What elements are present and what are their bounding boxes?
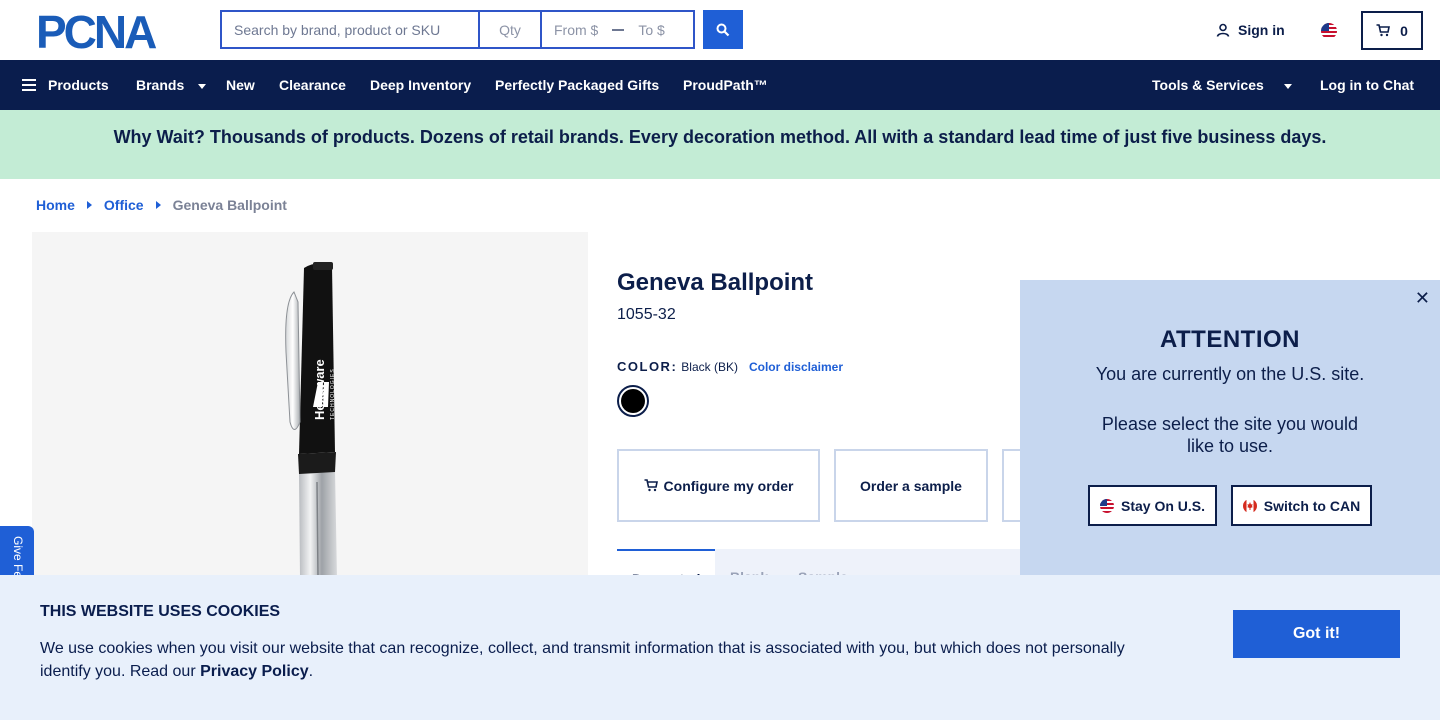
menu-icon bbox=[22, 79, 36, 91]
stay-us-button[interactable]: Stay On U.S. bbox=[1088, 485, 1217, 526]
breadcrumb-office[interactable]: Office bbox=[104, 197, 144, 213]
nav-new-label: New bbox=[226, 77, 255, 93]
product-title: Geneva Ballpoint bbox=[617, 269, 814, 296]
sign-in-label: Sign in bbox=[1238, 22, 1285, 38]
price-range-input[interactable]: From $ To $ bbox=[540, 10, 695, 49]
cookie-period: . bbox=[308, 663, 314, 680]
nav-proudpath[interactable]: ProudPath™ bbox=[683, 60, 768, 110]
sign-in-link[interactable]: Sign in bbox=[1216, 22, 1285, 38]
color-label: COLOR: bbox=[617, 359, 678, 374]
cookie-text: We use cookies when you visit our websit… bbox=[40, 637, 1160, 683]
logo-text: PCNA bbox=[36, 10, 156, 52]
configure-order-button[interactable]: Configure my order bbox=[617, 449, 820, 522]
switch-can-button[interactable]: Switch to CAN bbox=[1231, 485, 1372, 526]
privacy-policy-link[interactable]: Privacy Policy bbox=[200, 663, 309, 680]
nav-products-label: Products bbox=[48, 77, 109, 93]
product-sku: 1055-32 bbox=[617, 306, 676, 323]
price-from-placeholder: From $ bbox=[554, 21, 599, 38]
cart-count: 0 bbox=[1400, 22, 1408, 39]
attention-message: You are currently on the U.S. site. bbox=[1095, 364, 1365, 384]
nav-deep-inventory[interactable]: Deep Inventory bbox=[370, 60, 471, 110]
cart-icon bbox=[1376, 24, 1391, 37]
cart-button[interactable]: 0 bbox=[1361, 11, 1423, 50]
nav-new[interactable]: New bbox=[226, 60, 255, 110]
nav-chat[interactable]: Log in to Chat bbox=[1320, 60, 1414, 110]
imprint-subtext: TECHNOLOGIES bbox=[330, 368, 336, 420]
promo-banner: Why Wait? Thousands of products. Dozens … bbox=[0, 110, 1440, 179]
price-to-placeholder: To $ bbox=[638, 21, 665, 38]
nav-chat-label: Log in to Chat bbox=[1320, 77, 1415, 93]
nav-gifts-label: Perfectly Packaged Gifts bbox=[495, 77, 660, 93]
attention-instruction: Please select the site you would like to… bbox=[1101, 414, 1359, 456]
chevron-down-icon bbox=[198, 83, 207, 89]
search-bar: Search by brand, product or SKU Qty From… bbox=[220, 10, 695, 49]
main-nav: Products Brands New Clearance Deep Inven… bbox=[0, 60, 1440, 110]
search-button[interactable] bbox=[703, 10, 743, 49]
got-it-button[interactable]: Got it! bbox=[1233, 610, 1400, 658]
breadcrumb-current: Geneva Ballpoint bbox=[172, 197, 287, 213]
nav-deep-inventory-label: Deep Inventory bbox=[370, 77, 472, 93]
feedback-label: Give Feedback bbox=[11, 536, 25, 576]
cookie-banner: THIS WEBSITE USES COOKIES We use cookies… bbox=[0, 575, 1440, 720]
color-disclaimer-link[interactable]: Color disclaimer bbox=[749, 360, 843, 374]
nav-proudpath-label: ProudPath™ bbox=[683, 77, 768, 93]
chevron-right-icon bbox=[155, 201, 161, 209]
swatch-fill bbox=[621, 389, 645, 413]
chevron-right-icon bbox=[86, 201, 92, 209]
close-icon[interactable]: ✕ bbox=[1415, 288, 1430, 309]
nav-gifts[interactable]: Perfectly Packaged Gifts bbox=[495, 60, 659, 110]
cart-icon bbox=[644, 479, 658, 492]
us-flag-icon bbox=[1099, 498, 1114, 513]
nav-clearance-label: Clearance bbox=[279, 77, 346, 93]
site-selection-popup: ✕ ATTENTION You are currently on the U.S… bbox=[1020, 280, 1440, 576]
attention-title: ATTENTION bbox=[1159, 326, 1301, 353]
chevron-down-icon bbox=[1283, 83, 1292, 89]
product-image: Hexaware TECHNOLOGIES bbox=[285, 262, 337, 577]
switch-can-label: Switch to CAN bbox=[1263, 497, 1361, 514]
product-image-panel[interactable]: Hexaware TECHNOLOGIES bbox=[32, 232, 588, 577]
stay-us-label: Stay On U.S. bbox=[1120, 497, 1206, 514]
nav-products[interactable]: Products bbox=[22, 60, 109, 110]
search-input[interactable]: Search by brand, product or SKU bbox=[220, 10, 478, 49]
top-header: PCNA Search by brand, product or SKU Qty… bbox=[0, 0, 1440, 60]
feedback-tab[interactable]: Give Feedback bbox=[0, 526, 34, 576]
color-row: COLOR: Black (BK) Color disclaimer bbox=[617, 359, 843, 374]
search-icon bbox=[716, 23, 730, 36]
nav-tools[interactable]: Tools & Services bbox=[1152, 60, 1292, 110]
search-placeholder: Search by brand, product or SKU bbox=[234, 21, 441, 38]
color-swatch-black[interactable] bbox=[617, 385, 649, 417]
nav-clearance[interactable]: Clearance bbox=[279, 60, 346, 110]
nav-brands-label: Brands bbox=[136, 77, 185, 93]
breadcrumb: Home Office Geneva Ballpoint bbox=[36, 197, 287, 213]
order-sample-label: Order a sample bbox=[860, 477, 962, 494]
configure-order-label: Configure my order bbox=[663, 477, 794, 494]
color-value: Black (BK) bbox=[681, 359, 738, 374]
range-dash bbox=[612, 28, 625, 31]
qty-input[interactable]: Qty bbox=[478, 10, 540, 49]
us-flag-icon[interactable] bbox=[1321, 23, 1337, 39]
promo-text: Why Wait? Thousands of products. Dozens … bbox=[113, 127, 1327, 147]
nav-brands[interactable]: Brands bbox=[136, 60, 207, 110]
order-sample-button[interactable]: Order a sample bbox=[834, 449, 988, 522]
canada-flag-icon bbox=[1242, 498, 1257, 513]
cookie-title: THIS WEBSITE USES COOKIES bbox=[40, 603, 281, 620]
user-icon bbox=[1216, 23, 1230, 37]
breadcrumb-home[interactable]: Home bbox=[36, 197, 75, 213]
pcna-logo[interactable]: PCNA bbox=[36, 10, 184, 52]
qty-placeholder: Qty bbox=[499, 21, 521, 38]
nav-tools-label: Tools & Services bbox=[1152, 77, 1264, 93]
